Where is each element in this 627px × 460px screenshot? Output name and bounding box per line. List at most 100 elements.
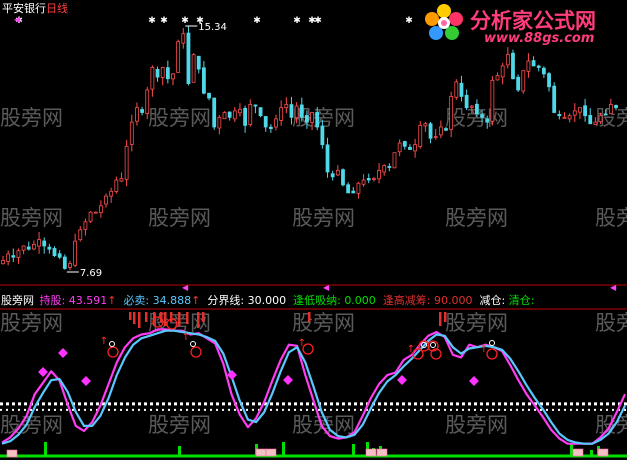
candle-body	[150, 67, 155, 90]
signal-box	[572, 448, 584, 457]
sell-signal-icon	[486, 348, 498, 360]
candle-body	[16, 250, 21, 258]
candle-body	[480, 114, 484, 118]
candle-body	[346, 184, 351, 194]
up-arrow-icon: ↑	[100, 336, 108, 347]
flower-logo-icon	[425, 4, 463, 40]
candle-body	[593, 121, 598, 125]
candle-body	[279, 107, 284, 121]
candle-body	[557, 114, 562, 117]
chi-gu-arrow: ↑	[107, 294, 117, 307]
candle-body	[289, 104, 294, 118]
feng-gao-bar	[170, 312, 173, 322]
diamond-marker-icon	[469, 376, 479, 386]
fen-jie-label: 分界线:	[207, 294, 245, 307]
signal-box	[255, 448, 267, 457]
watermark-text: 股旁网	[292, 311, 355, 335]
candle-body	[165, 67, 170, 80]
watermark-text: 股旁网	[0, 311, 63, 335]
candle-body	[485, 118, 490, 123]
candle-body	[433, 136, 438, 139]
top-marker-icon: ✱	[253, 16, 261, 26]
candle-body	[371, 178, 376, 180]
candle-body	[454, 81, 459, 98]
small-circle-icon	[190, 341, 196, 347]
candle-body	[387, 166, 392, 168]
candle-body	[516, 76, 521, 91]
feng-di-label: 逢低吸纳:	[293, 294, 341, 307]
candle-body	[274, 118, 278, 128]
up-arrow-icon: ↑	[480, 344, 488, 355]
candle-body	[42, 240, 47, 247]
watermark-text: 股旁网	[0, 106, 63, 130]
chart-canvas: 股旁网股旁网股旁网股旁网股旁网股旁网股旁网股旁网股旁网股旁网股旁网股旁网股旁网股…	[0, 15, 627, 458]
candle-body	[459, 82, 464, 97]
candle-body	[562, 116, 567, 119]
feng-gao-bar	[308, 312, 311, 322]
candle-body	[603, 113, 608, 116]
logo-url[interactable]: www.88gs.com	[484, 31, 594, 46]
candle-body	[104, 195, 108, 205]
candle-body	[207, 92, 211, 99]
candle-body	[181, 33, 186, 44]
watermark-text: 股旁网	[0, 206, 63, 230]
candle-body	[268, 126, 273, 129]
bi-mai-label: 必卖:	[123, 294, 150, 307]
signal-box	[597, 448, 609, 457]
candle-body	[78, 229, 83, 241]
candle-body	[490, 79, 495, 122]
candle-body	[356, 182, 361, 194]
qing-cang-label: 清仓:	[508, 294, 535, 307]
candle-body	[588, 115, 593, 125]
candle-body	[413, 144, 418, 152]
top-marker-icon: ✱	[314, 16, 322, 26]
candle-body	[541, 67, 546, 75]
candle-body	[572, 110, 577, 116]
feng-di-bar	[178, 446, 181, 456]
candle-body	[227, 111, 232, 118]
watermark-text: 股旁网	[445, 311, 508, 335]
candle-body	[191, 54, 196, 83]
feng-gao-bar	[202, 312, 205, 322]
candle-body	[232, 110, 237, 120]
candle-body	[547, 73, 551, 88]
candle-body	[500, 65, 505, 78]
candle-body	[253, 104, 258, 107]
candle-body	[6, 253, 11, 262]
candle-body	[114, 179, 119, 192]
candle-body	[614, 105, 618, 109]
candle-body	[73, 240, 78, 266]
candle-body	[361, 179, 366, 185]
up-arrow-icon: ↑	[298, 338, 306, 349]
candle-body	[32, 243, 36, 250]
candle-body	[263, 116, 268, 128]
stock-period[interactable]: 日线	[46, 2, 68, 15]
candle-body	[248, 104, 253, 125]
candle-body	[397, 142, 402, 153]
candle-body	[140, 109, 144, 113]
candle-body	[423, 123, 428, 127]
candle-body	[222, 112, 227, 120]
feng-di-bar	[590, 450, 593, 456]
candle-body	[526, 60, 531, 72]
candle-body	[212, 97, 217, 128]
top-marker-icon: ✱	[293, 16, 301, 26]
small-circle-icon	[109, 341, 115, 347]
candle-body	[511, 52, 515, 80]
divider-marker-icon: ◀	[182, 283, 189, 292]
candle-body	[475, 103, 479, 115]
jian-cang-label: 减仓:	[479, 294, 506, 307]
candle-body	[196, 55, 201, 70]
candle-body	[21, 245, 26, 251]
top-marker-icon: ✱	[405, 16, 413, 26]
candle-body	[109, 190, 114, 197]
candle-body	[238, 108, 242, 114]
candle-body	[320, 125, 325, 146]
feng-di-bar	[352, 444, 355, 456]
divider-marker-icon: ◀	[610, 283, 617, 292]
candle-body	[57, 253, 62, 258]
watermark-text: 股旁网	[595, 311, 627, 335]
top-marker-icon: ✱	[148, 16, 156, 26]
candle-body	[258, 107, 263, 117]
watermark-text: 股旁网	[445, 413, 508, 437]
